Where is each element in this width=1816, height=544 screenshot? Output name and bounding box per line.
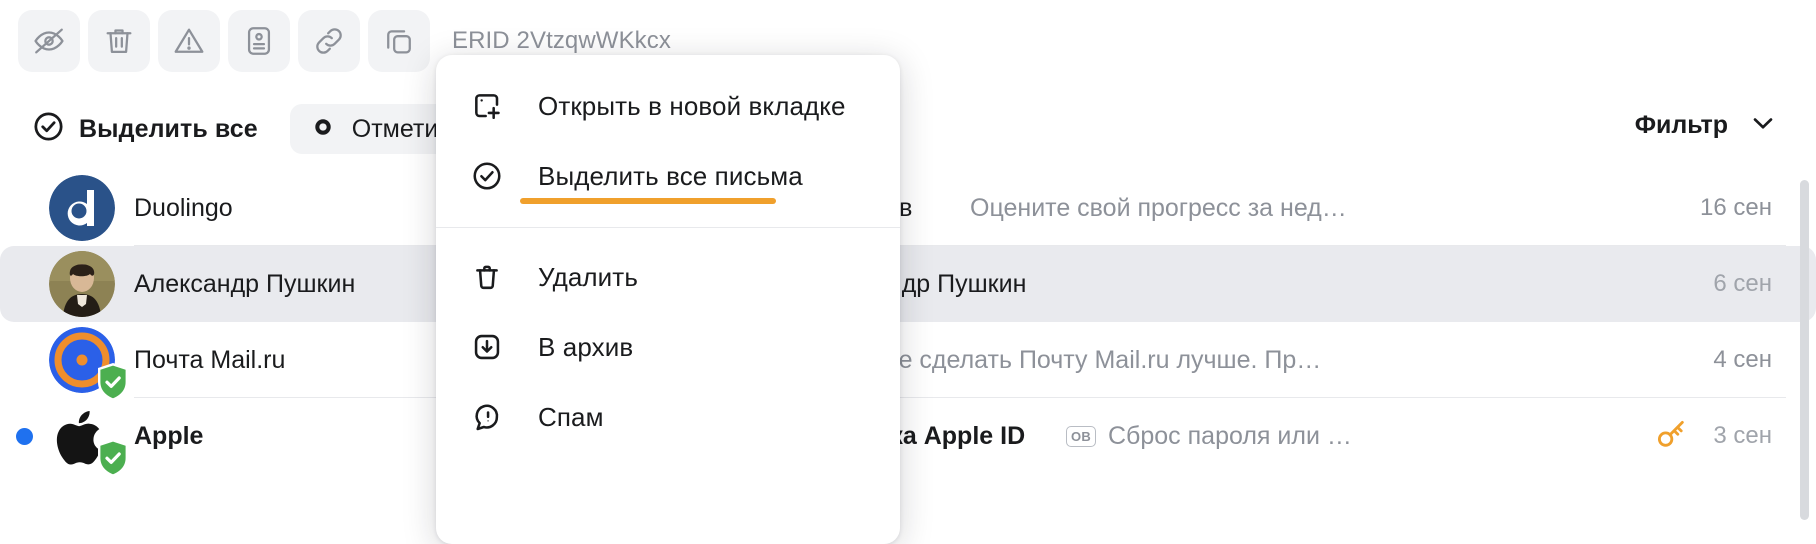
copy-icon	[382, 24, 416, 58]
mail-client-screen: ERID 2VtzqwWKkcx Выделить все Отметить Ф…	[0, 0, 1816, 544]
date: 3 сен	[1713, 422, 1772, 449]
context-menu: Открыть в новой вкладке Выделить все пис…	[436, 55, 900, 544]
message-list: Duolingo тов Оцените свой прогресс за не…	[0, 170, 1816, 477]
sender-name: Александр Пушкин	[134, 269, 356, 298]
report-spam-button[interactable]	[158, 10, 220, 72]
filter-dropdown[interactable]: Фильтр	[1635, 108, 1778, 143]
date: 4 сен	[1713, 346, 1772, 373]
open-new-tab-icon	[470, 90, 504, 122]
copy-link-button[interactable]	[298, 10, 360, 72]
menu-item-label: В архив	[538, 331, 634, 362]
erid-label: ERID 2VtzqwWKkcx	[452, 27, 671, 54]
warning-icon	[172, 24, 206, 58]
contact-card-button[interactable]	[228, 10, 290, 72]
vertical-scrollbar[interactable]	[1800, 180, 1809, 520]
menu-item-archive[interactable]: В архив	[436, 312, 900, 382]
unread-dot-icon	[312, 116, 334, 143]
trash-icon	[102, 24, 136, 58]
menu-item-label: Спам	[538, 401, 604, 432]
highlight-underline	[520, 198, 776, 204]
menu-item-label: Выделить все письма	[538, 160, 803, 191]
copy-button[interactable]	[368, 10, 430, 72]
avatar	[49, 251, 115, 317]
sender-name: Duolingo	[134, 193, 233, 222]
select-all-button[interactable]: Выделить все	[18, 104, 272, 154]
check-circle-icon	[470, 160, 504, 192]
chevron-down-icon	[1748, 108, 1778, 143]
check-circle-icon	[32, 110, 65, 148]
table-row[interactable]: Apple вка Apple ID ОВ Сброс пароля или ……	[0, 398, 1816, 477]
link-icon	[312, 24, 346, 58]
filter-label: Фильтр	[1634, 111, 1728, 139]
sender-name: Apple	[134, 421, 204, 450]
archive-icon	[470, 331, 504, 363]
menu-item-label: Удалить	[538, 261, 638, 292]
table-row[interactable]: Duolingo тов Оцените свой прогресс за не…	[0, 170, 1816, 246]
verified-shield-icon	[95, 438, 131, 478]
table-row[interactable]: Почта Mail.ru тите сделать Почту Mail.ru…	[0, 322, 1816, 401]
trash-icon	[470, 261, 504, 293]
eye-off-icon	[32, 24, 66, 58]
key-icon	[1654, 417, 1688, 456]
avatar	[49, 175, 115, 241]
sender-name: Почта Mail.ru	[134, 345, 286, 374]
menu-item-spam[interactable]: Спам	[436, 382, 900, 452]
menu-item-delete[interactable]: Удалить	[436, 242, 900, 312]
date: 16 сен	[1700, 194, 1772, 221]
table-row[interactable]: Александр Пушкин андр Пушкин 6 сен	[0, 246, 1816, 322]
delete-button[interactable]	[88, 10, 150, 72]
verified-shield-icon	[95, 362, 131, 402]
selection-bar: Выделить все Отметить	[18, 104, 485, 154]
contact-card-icon	[242, 24, 276, 58]
snippet: тите сделать Почту Mail.ru лучше. Пр…	[862, 345, 1322, 374]
ad-marker-badge: ОВ	[1066, 426, 1097, 447]
menu-divider	[436, 227, 900, 228]
menu-item-label: Открыть в новой вкладке	[538, 90, 846, 121]
eye-off-button[interactable]	[18, 10, 80, 72]
snippet: Оцените свой прогресс за нед…	[970, 193, 1347, 222]
select-all-label: Выделить все	[79, 114, 258, 143]
unread-indicator	[16, 427, 33, 445]
snippet: Сброс пароля или …	[1108, 421, 1352, 450]
menu-item-open-new-tab[interactable]: Открыть в новой вкладке	[436, 71, 900, 141]
menu-item-select-all-messages[interactable]: Выделить все письма	[436, 141, 900, 211]
spam-icon	[470, 401, 504, 433]
date: 6 сен	[1713, 270, 1772, 297]
